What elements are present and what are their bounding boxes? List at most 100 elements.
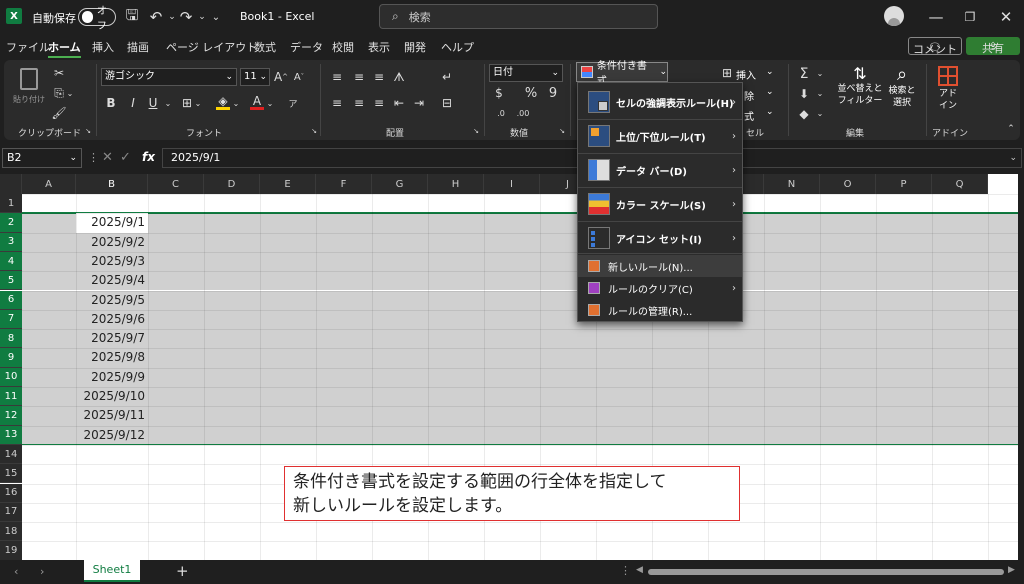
cell-b3[interactable]: 2025/9/2 [76, 233, 148, 252]
hscroll-left-icon[interactable]: ◀ [636, 565, 643, 575]
row-header-10[interactable]: 10 [0, 367, 22, 387]
cell-b13[interactable]: 2025/9/12 [76, 426, 148, 445]
decrease-decimal-icon[interactable]: .00 [516, 106, 530, 120]
new-rule-item[interactable]: 新しいルール(N)... [578, 255, 742, 277]
row-header-9[interactable]: 9 [0, 348, 22, 368]
tab-view[interactable]: 表示 [368, 39, 390, 55]
cell-b7[interactable]: 2025/9/6 [76, 310, 148, 329]
delete-cells-button[interactable]: 除 [744, 88, 754, 103]
row-header-19[interactable]: 19 [0, 541, 22, 560]
column-header-a[interactable]: A [22, 174, 76, 194]
autosum-dropdown-icon[interactable]: ⌄ [816, 68, 824, 78]
column-header-h[interactable]: H [428, 174, 484, 194]
clear-rules-item[interactable]: ルールのクリア(C) › [578, 277, 742, 299]
add-sheet-button[interactable]: + [176, 562, 189, 580]
cell-b10[interactable]: 2025/9/9 [76, 368, 148, 387]
insert-cells-button[interactable]: 挿入 [736, 67, 756, 82]
wrap-text-icon[interactable]: ↵ [440, 70, 454, 84]
hscroll-menu-icon[interactable]: ⋮ [620, 564, 631, 577]
highlight-cells-rules-item[interactable]: セルの強調表示ルール(H) › [578, 87, 742, 117]
currency-icon[interactable]: $ [492, 86, 506, 100]
phonetic-icon[interactable]: ア [286, 96, 300, 110]
column-header-i[interactable]: I [484, 174, 540, 194]
addins-button[interactable]: アド イン [930, 64, 966, 120]
data-bars-item[interactable]: データ バー(D) › [578, 155, 742, 185]
bold-button[interactable]: B [104, 96, 118, 110]
column-header-b[interactable]: B [76, 174, 148, 194]
row-header-8[interactable]: 8 [0, 329, 22, 349]
sheet-tab-sheet1[interactable]: Sheet1 [84, 560, 140, 582]
alignment-launcher-icon[interactable]: ↘ [472, 127, 480, 135]
color-scales-item[interactable]: カラー スケール(S) › [578, 189, 742, 219]
format-cells-button[interactable]: 式 [744, 108, 754, 123]
increase-indent-icon[interactable]: ⇥ [412, 96, 426, 110]
font-shrink-icon[interactable]: Aˇ [292, 70, 306, 84]
row-header-13[interactable]: 13 [0, 425, 22, 445]
insert-dropdown-icon[interactable]: ⌄ [766, 67, 774, 77]
save-icon[interactable]: 🖫 [122, 6, 142, 27]
border-dropdown-icon[interactable]: ⌄ [194, 98, 202, 108]
clear-icon[interactable]: ◆ [796, 106, 812, 122]
cut-icon[interactable]: ✂ [52, 66, 66, 80]
tab-page-layout[interactable]: ページ レイアウト [166, 39, 257, 55]
hscroll-right-icon[interactable]: ▶ [1008, 565, 1015, 575]
icon-sets-item[interactable]: アイコン セット(I) › [578, 223, 742, 253]
top-bottom-rules-item[interactable]: 上位/下位ルール(T) › [578, 121, 742, 151]
align-top-icon[interactable]: ≡ [330, 70, 344, 84]
font-size-select[interactable]: 11 ⌄ [240, 68, 270, 86]
merge-center-icon[interactable]: ⊟ [440, 96, 454, 110]
row-header-1[interactable]: 1 [0, 194, 22, 214]
sort-filter-button[interactable]: ⇅ 並べ替えと フィルター [834, 64, 886, 120]
cell-b8[interactable]: 2025/9/7 [76, 329, 148, 348]
font-color-dropdown-icon[interactable]: ⌄ [266, 98, 274, 108]
column-header-n[interactable]: N [764, 174, 820, 194]
conditional-formatting-button[interactable]: 条件付き書式⌄ [576, 61, 668, 87]
row-header-6[interactable]: 6 [0, 290, 22, 310]
fill-dropdown-icon[interactable]: ⌄ [816, 88, 824, 98]
align-center-icon[interactable]: ≡ [352, 96, 366, 110]
underline-button[interactable]: U [146, 96, 160, 110]
row-header-4[interactable]: 4 [0, 251, 22, 272]
clipboard-launcher-icon[interactable]: ↘ [84, 127, 92, 135]
tab-review[interactable]: 校閲 [332, 39, 354, 55]
cell-b5[interactable]: 2025/9/4 [76, 271, 148, 290]
search-input[interactable]: ⌕ 検索 [379, 4, 658, 29]
border-icon[interactable]: ⊞ [180, 96, 194, 110]
tab-file[interactable]: ファイル [6, 39, 50, 55]
cell-b12[interactable]: 2025/9/11 [76, 406, 148, 425]
italic-button[interactable]: I [126, 96, 140, 110]
copy-icon[interactable]: ⎘ [52, 86, 66, 100]
scroll-right-icon[interactable]: › [40, 565, 44, 578]
enter-icon[interactable]: ✓ [120, 150, 131, 165]
find-select-button[interactable]: ⌕ 検索と 選択 [884, 64, 920, 120]
name-box[interactable]: B2 ⌄ [2, 148, 82, 168]
cell-b4[interactable]: 2025/9/3 [76, 252, 148, 271]
orientation-icon[interactable]: ᗑ [392, 70, 406, 84]
paste-button[interactable]: 貼り付け [12, 66, 46, 110]
fill-color-dropdown-icon[interactable]: ⌄ [232, 98, 240, 108]
tab-developer[interactable]: 開発 [404, 39, 426, 55]
row-header-7[interactable]: 7 [0, 309, 22, 330]
customize-qat-icon[interactable]: ⌄ [206, 7, 226, 27]
comment-button[interactable]: 🗨 コメント [908, 37, 962, 56]
row-header-5[interactable]: 5 [0, 271, 22, 291]
column-header-q[interactable]: Q [932, 174, 988, 194]
font-grow-icon[interactable]: A ^ [274, 70, 288, 84]
insert-cells-icon[interactable]: ⊞ [720, 66, 734, 80]
cell-b6[interactable]: 2025/9/5 [76, 291, 148, 310]
comma-style-icon[interactable]: 9 [546, 86, 560, 101]
underline-dropdown-icon[interactable]: ⌄ [164, 98, 172, 108]
format-painter-icon[interactable]: 🖌 [51, 106, 66, 120]
number-launcher-icon[interactable]: ↘ [558, 127, 566, 135]
scroll-left-icon[interactable]: ‹ [14, 565, 18, 578]
cell-b2[interactable]: 2025/9/1 [76, 213, 148, 233]
align-left-icon[interactable]: ≡ [330, 96, 344, 110]
column-header-f[interactable]: F [316, 174, 372, 194]
align-right-icon[interactable]: ≡ [372, 96, 386, 110]
avatar[interactable] [884, 6, 904, 26]
delete-dropdown-icon[interactable]: ⌄ [766, 87, 774, 97]
horizontal-scrollbar[interactable] [648, 569, 1004, 575]
tab-insert[interactable]: 挿入 [92, 39, 114, 55]
insert-function-button[interactable]: fx [142, 150, 155, 164]
tab-home[interactable]: ホーム [48, 39, 81, 58]
